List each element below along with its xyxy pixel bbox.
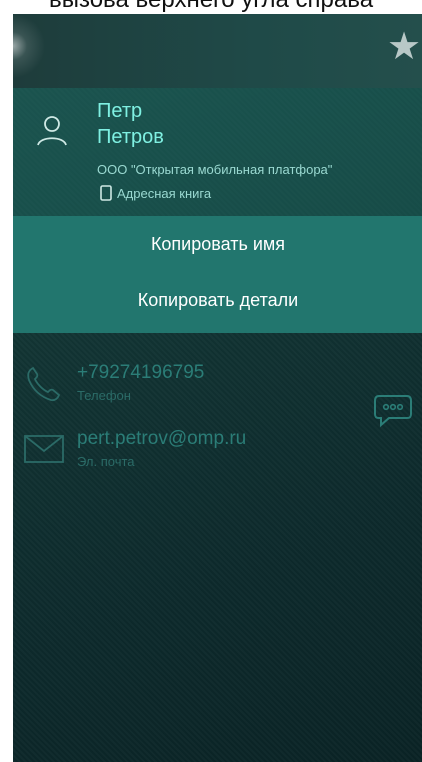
copy-name-menu-item[interactable]: Копировать имя	[13, 234, 422, 255]
copy-details-menu-item[interactable]: Копировать детали	[13, 290, 422, 311]
person-icon	[37, 116, 67, 146]
phone-icon	[27, 366, 61, 402]
contact-card: Петр Петров ООО "Открытая мобильная плат…	[13, 88, 422, 216]
message-icon[interactable]	[373, 392, 413, 428]
top-bar: ★	[13, 14, 422, 88]
phone-number: +79274196795	[77, 362, 205, 383]
email-label: Эл. почта	[77, 454, 135, 469]
contact-company: ООО "Открытая мобильная платфора"	[97, 162, 333, 177]
envelope-icon	[24, 435, 64, 463]
email-address: pert.petrov@omp.ru	[77, 428, 247, 449]
top-caption-text: вызова верхнего угла справа	[0, 0, 422, 14]
phone-label: Телефон	[77, 388, 131, 403]
context-menu: Копировать имя Копировать детали	[13, 216, 422, 333]
contact-source: Адресная книга	[117, 186, 212, 201]
phone-device-icon	[100, 185, 112, 201]
contact-last-name: Петров	[97, 126, 164, 148]
contact-first-name: Петр	[97, 100, 143, 122]
favorite-star-icon[interactable]: ★	[387, 26, 422, 66]
contact-screen: ★ Петр Петров ООО "Открытая мобильная пл…	[13, 14, 422, 762]
